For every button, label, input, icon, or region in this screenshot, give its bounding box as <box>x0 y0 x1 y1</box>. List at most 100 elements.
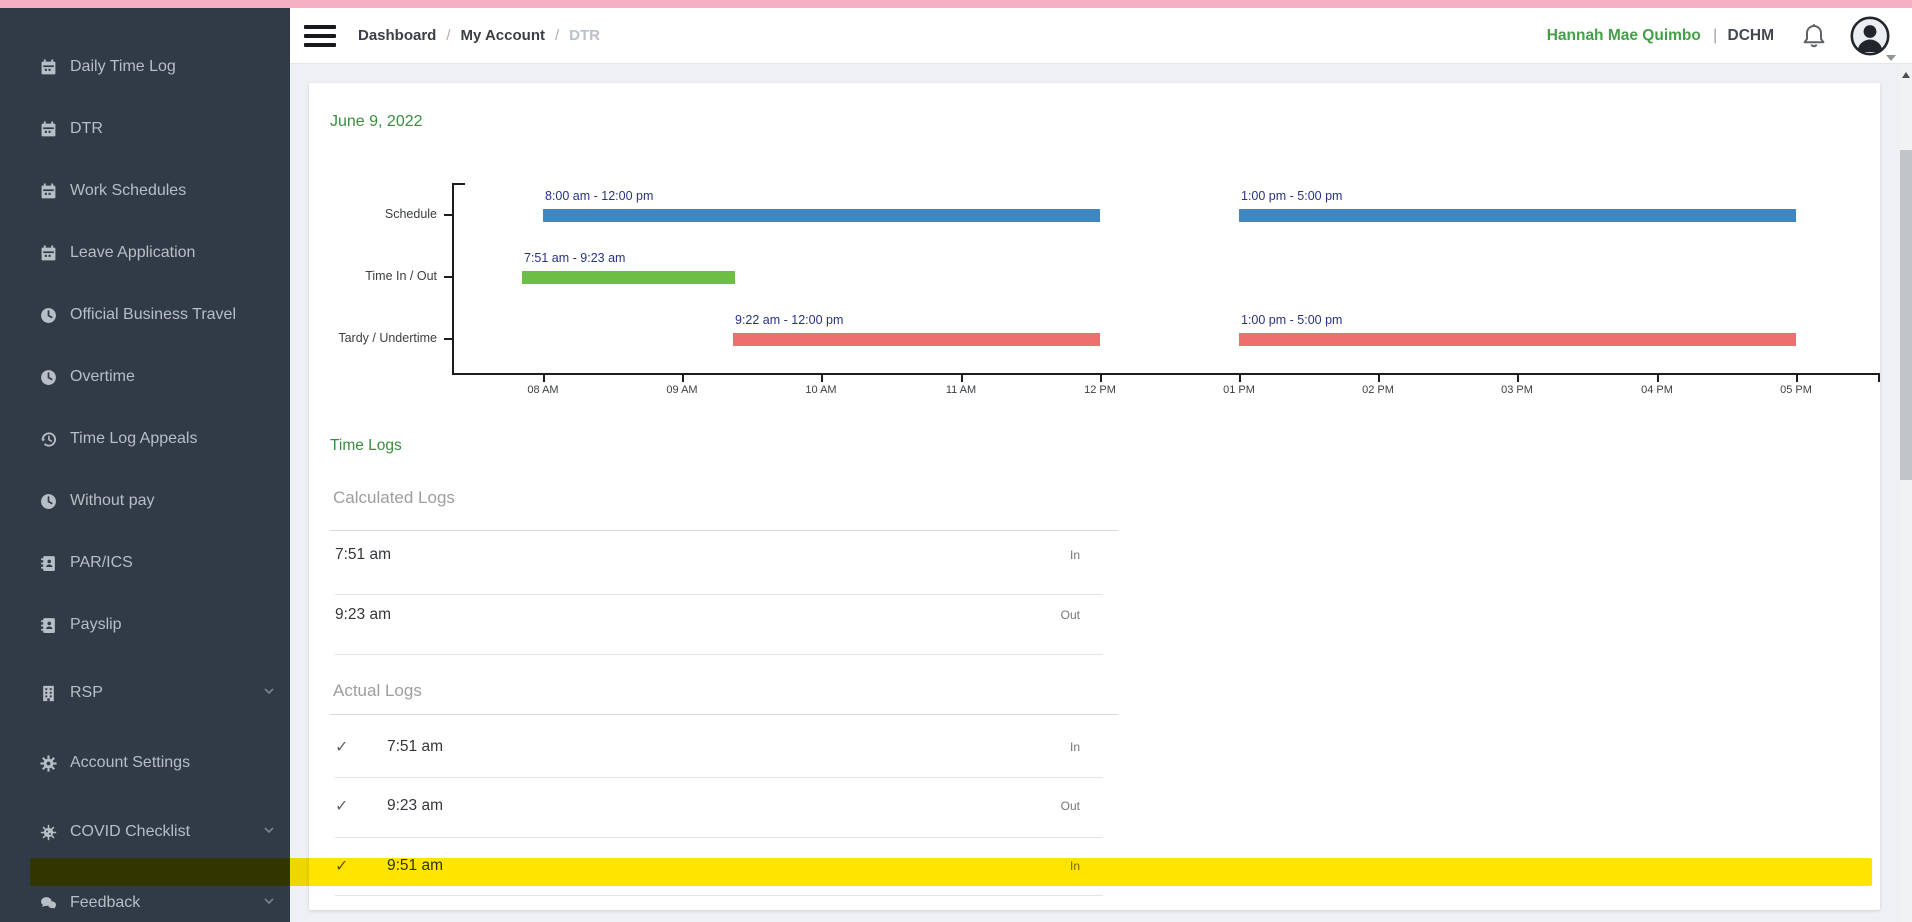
chart-y-axis-cap <box>452 183 465 185</box>
chart-x-tick-label: 11 AM <box>926 384 996 396</box>
gantt-bar-label: 1:00 pm - 5:00 pm <box>1241 189 1342 203</box>
gantt-bar-label: 1:00 pm - 5:00 pm <box>1241 313 1342 327</box>
vertical-scrollbar[interactable] <box>1900 64 1912 922</box>
row-divider <box>335 594 1103 595</box>
calculated-logs-heading: Calculated Logs <box>333 488 455 508</box>
sidebar-item-label: Feedback <box>70 894 254 912</box>
chart-x-tick <box>682 375 684 382</box>
chart-x-tick-label: 10 AM <box>786 384 856 396</box>
sidebar-item-account-settings[interactable]: Account Settings <box>0 732 290 794</box>
calendar-icon <box>40 121 57 138</box>
sidebar-item-official-business-travel[interactable]: Official Business Travel <box>0 284 290 346</box>
gantt-bar-label: 9:22 am - 12:00 pm <box>735 313 843 327</box>
contact-icon <box>40 555 57 572</box>
chart-x-tick-label: 04 PM <box>1622 384 1692 396</box>
sidebar-item-time-log-appeals[interactable]: Time Log Appeals <box>0 408 290 470</box>
sidebar-item-work-schedules[interactable]: Work Schedules <box>0 160 290 222</box>
chart-row-tick <box>444 338 453 340</box>
sidebar-item-label: Account Settings <box>70 754 276 772</box>
sidebar-item-daily-time-log[interactable]: Daily Time Log <box>0 36 290 98</box>
gantt-bar <box>1239 209 1796 222</box>
sidebar-item-leave-application[interactable]: Leave Application <box>0 222 290 284</box>
sidebar-item-label: COVID Checklist <box>70 823 254 841</box>
breadcrumb-dashboard[interactable]: Dashboard <box>358 27 436 44</box>
sidebar-item-label: Work Schedules <box>70 182 276 200</box>
log-direction: In <box>1070 740 1080 754</box>
check-icon: ✓ <box>335 737 353 757</box>
gear-icon <box>40 755 57 772</box>
row-divider <box>335 837 1103 838</box>
sidebar-item-label: PAR/ICS <box>70 554 276 572</box>
sidebar-item-without-pay[interactable]: Without pay <box>0 470 290 532</box>
sidebar-item-label: Without pay <box>70 492 276 510</box>
actual-logs-heading: Actual Logs <box>333 681 422 701</box>
user-org: DCHM <box>1728 27 1775 44</box>
user-separator: | <box>1705 27 1723 44</box>
chart-x-tick <box>821 375 823 382</box>
log-row: 7:51 am In <box>335 543 1080 567</box>
menu-bar <box>304 43 336 47</box>
chevron-down-icon <box>254 823 276 842</box>
chart-axis-end-tick <box>1878 375 1880 382</box>
sidebar-item-label: Daily Time Log <box>70 58 276 76</box>
avatar[interactable] <box>1850 16 1890 56</box>
sidebar-item-par-ics[interactable]: PAR/ICS <box>0 532 290 594</box>
log-time: 9:23 am <box>387 797 443 815</box>
menu-bar <box>304 25 336 29</box>
sidebar-item-label: Leave Application <box>70 244 276 262</box>
sidebar-item-covid-checklist[interactable]: COVID Checklist <box>0 801 290 863</box>
breadcrumb-separator: / <box>555 27 559 44</box>
gantt-bar <box>522 271 735 284</box>
clock-icon <box>40 369 57 386</box>
log-row: ✓7:51 amIn <box>335 735 1080 759</box>
breadcrumb-dtr: DTR <box>569 27 600 44</box>
sidebar-item-payslip[interactable]: Payslip <box>0 594 290 656</box>
window-top-strip <box>0 0 1912 8</box>
chart-x-tick-label: 09 AM <box>647 384 717 396</box>
scroll-up-arrow-icon[interactable] <box>1902 72 1910 78</box>
chart-x-tick <box>961 375 963 382</box>
menu-bar <box>304 34 336 38</box>
gantt-bar <box>733 333 1100 346</box>
chart-y-axis <box>452 183 454 373</box>
breadcrumb-my-account[interactable]: My Account <box>461 27 545 44</box>
gantt-bar-label: 7:51 am - 9:23 am <box>524 251 625 265</box>
sidebar-item-work-from-home-attendance[interactable]: Work From Home Attendance <box>0 8 290 24</box>
calendar-icon <box>40 245 57 262</box>
history-icon <box>40 431 57 448</box>
sidebar-item-label: DTR <box>70 120 276 138</box>
log-time: 9:23 am <box>335 606 391 624</box>
scrollbar-thumb[interactable] <box>1900 150 1912 480</box>
contact-icon <box>40 617 57 634</box>
gantt-bar <box>543 209 1100 222</box>
sidebar-item-overtime[interactable]: Overtime <box>0 346 290 408</box>
chart-x-tick <box>1796 375 1798 382</box>
sidebar-item-rsp[interactable]: RSP <box>0 662 290 724</box>
log-direction: In <box>1070 548 1080 562</box>
chart-x-tick <box>1657 375 1659 382</box>
log-row: 9:23 amOut <box>335 603 1080 627</box>
chat-icon <box>40 895 57 912</box>
top-header: Dashboard/My Account/DTR Hannah Mae Quim… <box>290 8 1912 64</box>
chart-x-tick-label: 08 AM <box>508 384 578 396</box>
user-name: Hannah Mae Quimbo <box>1547 27 1701 44</box>
sidebar-nav: Work From Home Attendance Daily Time Log D… <box>0 8 290 922</box>
chart-x-tick-label: 03 PM <box>1482 384 1552 396</box>
sidebar-item-dtr[interactable]: DTR <box>0 98 290 160</box>
menu-toggle-button[interactable] <box>304 25 336 47</box>
chart-row-label: Schedule <box>309 207 437 221</box>
chart-x-axis <box>452 373 1880 375</box>
log-time: 7:51 am <box>335 546 391 564</box>
user-info: Hannah Mae Quimbo | DCHM <box>1547 27 1774 45</box>
chevron-down-icon <box>254 894 276 913</box>
chart-x-tick <box>1100 375 1102 382</box>
avatar-menu-caret-icon[interactable] <box>1886 55 1896 61</box>
highlight-annotation <box>30 858 1872 886</box>
notifications-bell-icon[interactable] <box>1802 23 1826 49</box>
breadcrumb: Dashboard/My Account/DTR <box>358 27 600 44</box>
chart-row-label: Tardy / Undertime <box>309 331 437 345</box>
clock-icon <box>40 307 57 324</box>
chart-row-tick <box>444 276 453 278</box>
section-rule <box>330 530 1118 531</box>
chart-x-tick-label: 01 PM <box>1204 384 1274 396</box>
